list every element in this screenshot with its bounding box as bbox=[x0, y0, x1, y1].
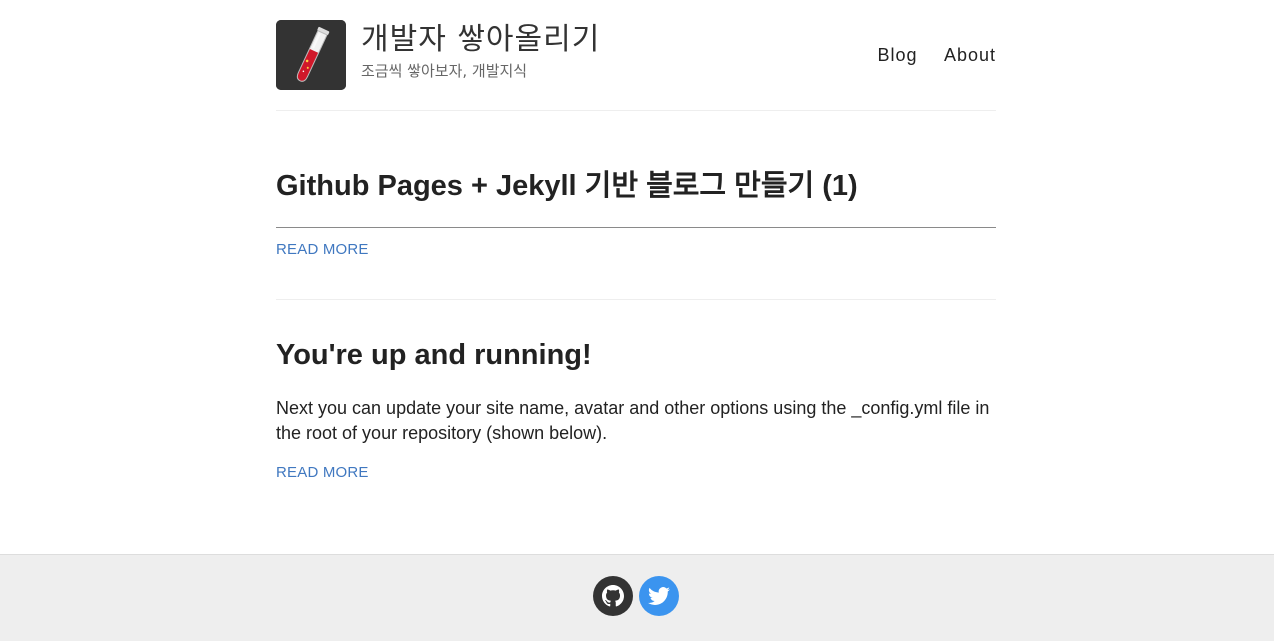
site-avatar[interactable] bbox=[276, 20, 346, 90]
nav-link-blog[interactable]: Blog bbox=[877, 45, 917, 65]
nav-link-about[interactable]: About bbox=[944, 45, 996, 65]
site-info: 개발자 쌓아올리기 조금씩 쌓아보자, 개발지식 bbox=[361, 22, 600, 80]
github-icon bbox=[602, 585, 624, 607]
social-links bbox=[593, 576, 679, 616]
main-nav: Blog About bbox=[855, 43, 996, 67]
post-card: Github Pages + Jekyll 기반 블로그 만들기 (1) REA… bbox=[276, 111, 996, 300]
site-description: 조금씩 쌓아보자, 개발지식 bbox=[361, 62, 528, 80]
twitter-icon bbox=[648, 587, 670, 605]
twitter-link[interactable] bbox=[639, 576, 679, 616]
test-tube-icon bbox=[276, 20, 346, 90]
read-more-link[interactable]: READ MORE bbox=[276, 240, 369, 260]
post-title[interactable]: Github Pages + Jekyll 기반 블로그 만들기 (1) bbox=[276, 168, 858, 204]
post-card: You're up and running! Next you can upda… bbox=[276, 300, 996, 540]
post-divider bbox=[276, 227, 996, 228]
footer bbox=[0, 554, 1274, 641]
masthead: 개발자 쌓아올리기 조금씩 쌓아보자, 개발지식 Blog About bbox=[276, 0, 996, 111]
post-excerpt: Next you can update your site name, avat… bbox=[276, 398, 990, 443]
read-more-link[interactable]: READ MORE bbox=[276, 463, 369, 483]
github-link[interactable] bbox=[593, 576, 633, 616]
page-wrapper: 개발자 쌓아올리기 조금씩 쌓아보자, 개발지식 Blog About Gith… bbox=[276, 0, 996, 540]
post-title[interactable]: You're up and running! bbox=[276, 337, 592, 373]
site-name[interactable]: 개발자 쌓아올리기 bbox=[361, 22, 600, 58]
